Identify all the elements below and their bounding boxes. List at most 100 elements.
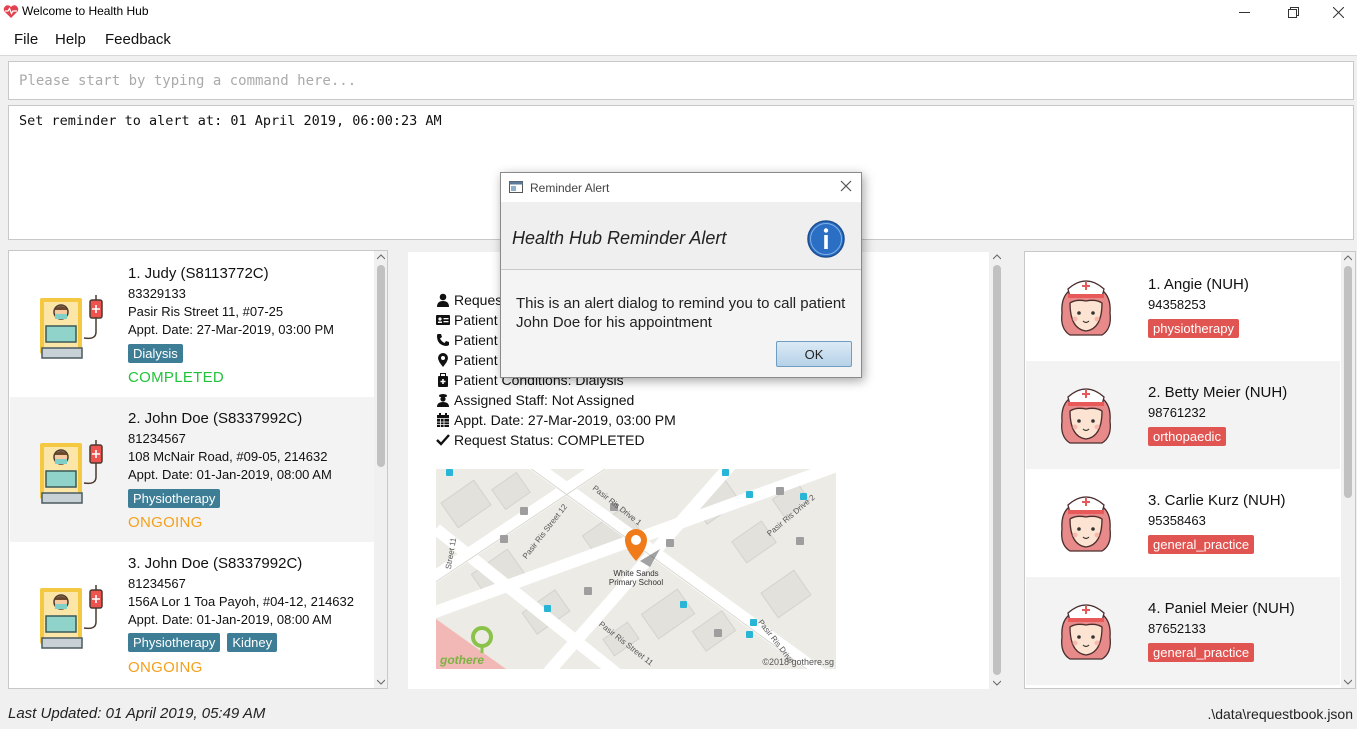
staff-phone: 87652133: [1148, 621, 1206, 636]
request-list-panel[interactable]: 1. Judy (S8113772C) 83329133 Pasir Ris S…: [8, 250, 388, 689]
staff-phone: 94358253: [1148, 297, 1206, 312]
request-tags: Physiotherapy Kidney: [128, 633, 278, 652]
request-status: COMPLETED: [128, 369, 225, 386]
close-icon: [1332, 6, 1344, 18]
reminder-alert-dialog: Reminder Alert Health Hub Reminder Alert…: [500, 172, 862, 378]
title-bar: Welcome to Health Hub: [0, 0, 1357, 24]
staff-icon: [437, 394, 449, 407]
detail-patient-phone: Patient: [436, 332, 498, 348]
specialisation-tag: physiotherapy: [1148, 319, 1239, 338]
restore-button[interactable]: [1270, 0, 1316, 24]
nurse-avatar-icon: [1061, 496, 1111, 552]
command-box: [8, 61, 1354, 100]
patient-bed-icon: [40, 440, 103, 504]
scroll-down-arrow-icon[interactable]: [1341, 676, 1355, 688]
staff-name: 2. Betty Meier (NUH): [1148, 384, 1288, 401]
scroll-down-arrow-icon[interactable]: [990, 677, 1004, 689]
result-text: Set reminder to alert at: 01 April 2019,…: [19, 113, 442, 129]
window-title: Welcome to Health Hub: [22, 4, 149, 18]
request-appt-date: Appt. Date: 27-Mar-2019, 03:00 PM: [128, 322, 334, 337]
specialisation-tag: orthopaedic: [1148, 427, 1226, 446]
map-marker-icon: [438, 353, 448, 367]
detail-text: Reques: [454, 292, 503, 308]
request-address: Pasir Ris Street 11, #07-25: [128, 304, 284, 319]
patient-bed-icon: [40, 585, 103, 649]
request-tags: Physiotherapy: [128, 489, 221, 508]
minimize-icon: [1238, 11, 1250, 13]
condition-tag: Physiotherapy: [128, 633, 221, 652]
request-card[interactable]: 1. Judy (S8113772C) 83329133 Pasir Ris S…: [10, 252, 374, 397]
window-icon: [509, 181, 523, 193]
details-scrollbar[interactable]: [990, 251, 1004, 689]
map-poi-label: White Sands Primary School: [608, 569, 664, 587]
staff-card[interactable]: 1. Angie (NUH) 94358253 physiotherapy: [1026, 253, 1340, 361]
menu-file[interactable]: File: [14, 31, 38, 48]
request-address: 108 McNair Road, #09-05, 214632: [128, 449, 328, 464]
data-file-path: .\data\requestbook.json: [1207, 706, 1353, 722]
phone-icon: [437, 334, 449, 346]
nurse-avatar-icon: [1061, 388, 1111, 444]
specialisation-tag: general_practice: [1148, 643, 1255, 662]
request-status: ONGOING: [128, 659, 203, 676]
scroll-thumb[interactable]: [993, 265, 1001, 675]
patient-bed-icon: [40, 295, 103, 359]
staff-list-scrollbar[interactable]: [1341, 252, 1355, 688]
calendar-icon: [437, 413, 449, 427]
request-phone: 83329133: [128, 286, 186, 301]
scroll-down-arrow-icon[interactable]: [374, 676, 387, 688]
nurse-avatar-icon: [1061, 604, 1111, 660]
last-updated-status: Last Updated: 01 April 2019, 05:49 AM: [8, 705, 266, 722]
staff-card[interactable]: 3. Carlie Kurz (NUH) 95358463 general_pr…: [1026, 469, 1340, 577]
command-input[interactable]: [9, 62, 1353, 99]
condition-tag: Physiotherapy: [128, 489, 221, 508]
request-phone: 81234567: [128, 576, 186, 591]
staff-card[interactable]: 2. Betty Meier (NUH) 98761232 orthopaedi…: [1026, 361, 1340, 469]
request-title: 1. Judy (S8113772C): [128, 265, 269, 282]
staff-card[interactable]: 4. Paniel Meier (NUH) 87652133 general_p…: [1026, 577, 1340, 685]
dialog-header: Health Hub Reminder Alert: [501, 202, 861, 270]
scroll-thumb[interactable]: [1344, 266, 1352, 498]
request-appt-date: Appt. Date: 01-Jan-2019, 08:00 AM: [128, 467, 332, 482]
request-list-scrollbar[interactable]: [374, 251, 387, 688]
scroll-thumb[interactable]: [377, 265, 385, 467]
scroll-up-arrow-icon[interactable]: [990, 251, 1004, 263]
staff-phone: 95358463: [1148, 513, 1206, 528]
request-title: 2. John Doe (S8337992C): [128, 410, 303, 427]
staff-name: 3. Carlie Kurz (NUH): [1148, 492, 1286, 509]
detail-text: Patient: [454, 332, 498, 348]
restore-icon: [1287, 6, 1299, 18]
detail-text: Appt. Date: 27-Mar-2019, 03:00 PM: [454, 412, 676, 428]
map-credit: ©2018 gothere.sg: [762, 657, 834, 667]
detail-assigned-staff: Assigned Staff: Not Assigned: [436, 392, 634, 408]
menu-feedback[interactable]: Feedback: [105, 31, 171, 48]
user-icon: [437, 293, 449, 307]
request-card[interactable]: 2. John Doe (S8337992C) 81234567 108 McN…: [10, 397, 374, 542]
dialog-title: Reminder Alert: [530, 181, 610, 195]
close-icon[interactable]: [839, 179, 853, 193]
detail-request: Reques: [436, 292, 502, 308]
scroll-up-arrow-icon[interactable]: [1341, 252, 1355, 264]
minimize-button[interactable]: [1221, 0, 1267, 24]
dialog-header-text: Health Hub Reminder Alert: [512, 228, 727, 248]
ok-button[interactable]: OK: [776, 341, 852, 367]
request-status: ONGOING: [128, 514, 203, 531]
condition-tag: Kidney: [227, 633, 278, 652]
detail-text: Request Status: COMPLETED: [454, 432, 645, 448]
staff-list-panel[interactable]: 1. Angie (NUH) 94358253 physiotherapy 2.…: [1024, 251, 1356, 689]
request-card[interactable]: 3. John Doe (S8337992C) 81234567 156A Lo…: [10, 542, 374, 688]
detail-text: Patient: [454, 352, 498, 368]
check-icon: [436, 434, 450, 446]
scroll-up-arrow-icon[interactable]: [374, 251, 387, 263]
condition-tag: Dialysis: [128, 344, 183, 363]
detail-patient-name: Patient: [436, 312, 498, 328]
detail-appt-date: Appt. Date: 27-Mar-2019, 03:00 PM: [436, 412, 676, 428]
request-title: 3. John Doe (S8337992C): [128, 555, 303, 572]
dialog-title-bar: Reminder Alert: [501, 173, 861, 202]
request-appt-date: Appt. Date: 01-Jan-2019, 08:00 AM: [128, 612, 332, 627]
detail-request-status: Request Status: COMPLETED: [436, 432, 645, 448]
menu-help[interactable]: Help: [55, 31, 86, 48]
location-map[interactable]: White Sands Primary School Pasir Ris Str…: [436, 469, 836, 669]
close-window-button[interactable]: [1315, 0, 1357, 24]
medkit-icon: [438, 373, 448, 387]
request-phone: 81234567: [128, 431, 186, 446]
